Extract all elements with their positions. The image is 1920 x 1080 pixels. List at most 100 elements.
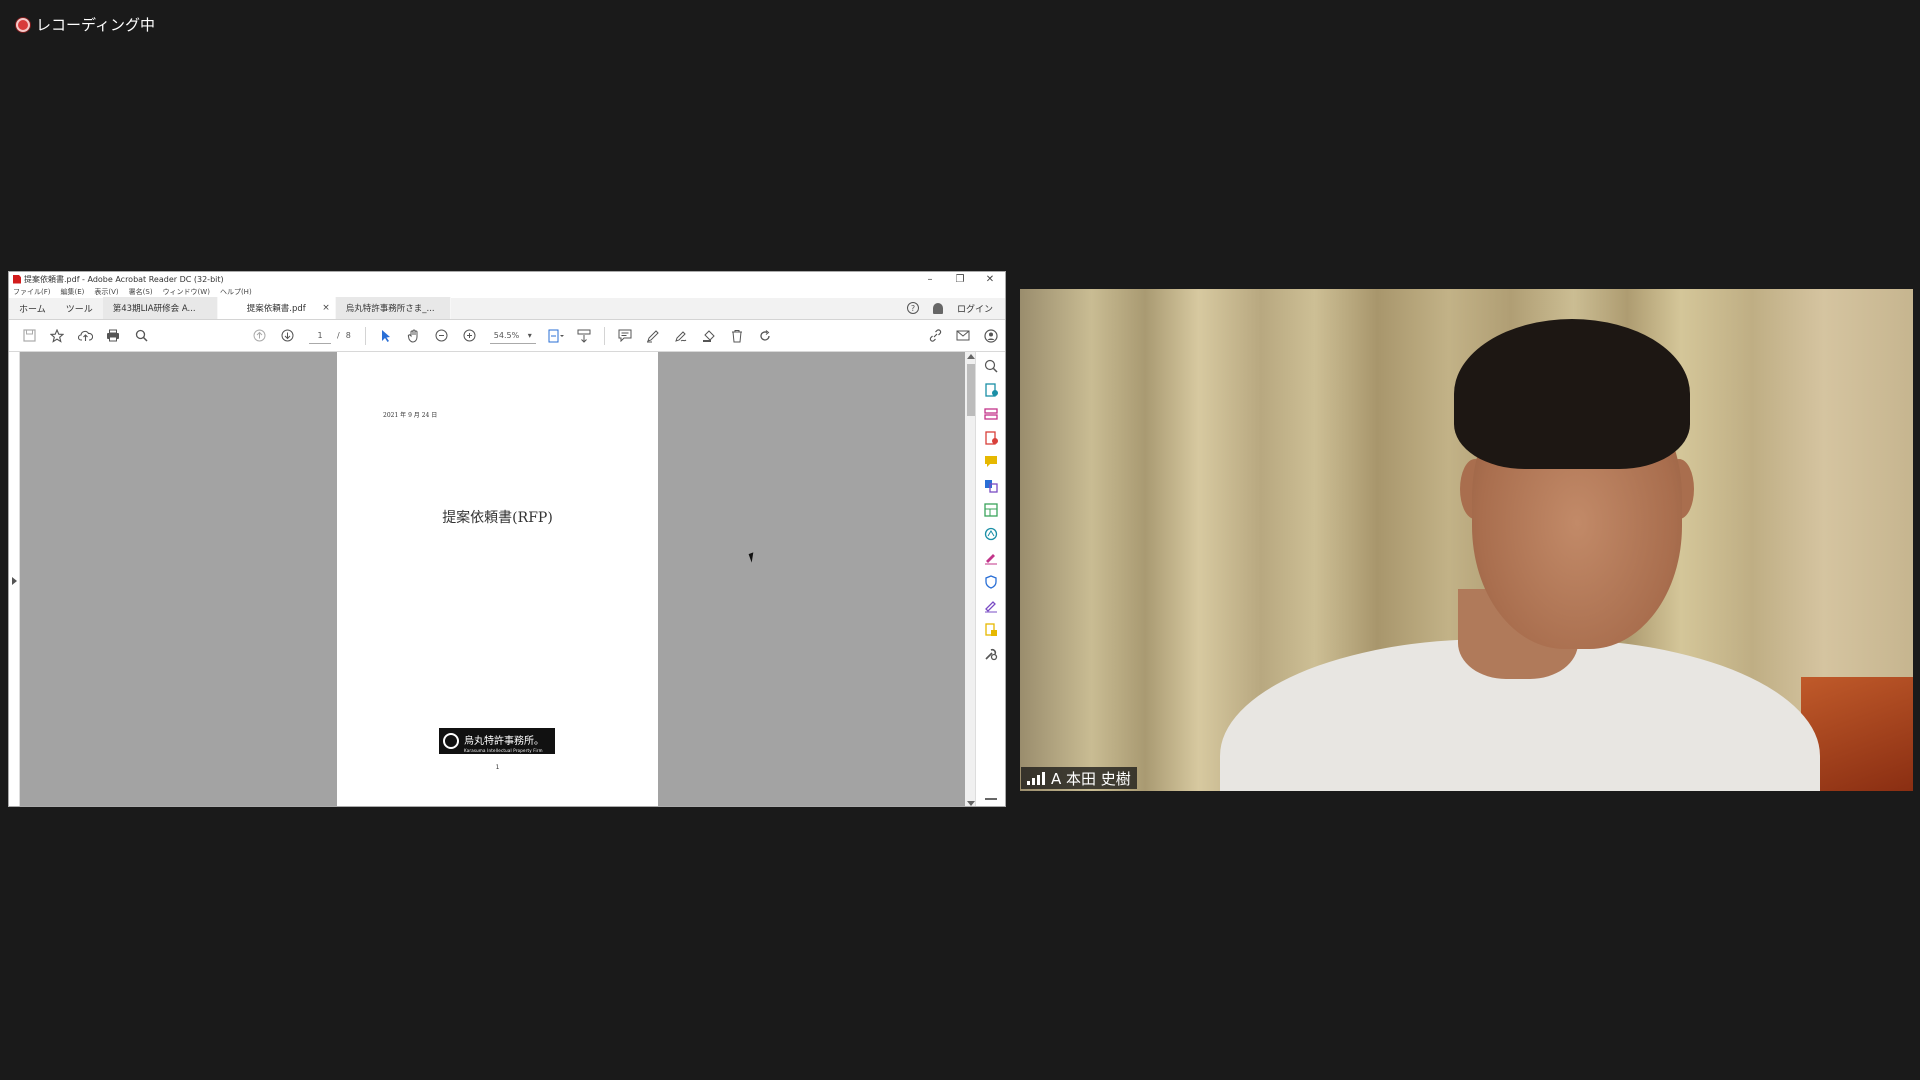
stamp-icon[interactable] [695, 324, 723, 348]
login-link[interactable]: ログイン [957, 302, 993, 315]
select-cursor-icon[interactable] [372, 324, 400, 348]
tab-document-3-label: 烏丸特許事務所さま_... [345, 304, 435, 314]
zoom-select[interactable]: 54.5% ▾ [489, 328, 536, 344]
tab-bar: ホーム ツール 第43期LIA研修会 A... 提案依頼書.pdf × 烏丸特許… [9, 297, 1005, 320]
pdf-canvas[interactable]: 2021 年 9 月 24 日 提案依頼書(RFP) 烏丸特許事務所。 Kara… [20, 352, 965, 806]
document-area: 2021 年 9 月 24 日 提案依頼書(RFP) 烏丸特許事務所。 Kara… [9, 352, 1005, 806]
acrobat-icon [13, 274, 21, 284]
firm-logo-text: 烏丸特許事務所。 Karasuma Intellectual Property … [464, 729, 544, 753]
participant-hair [1454, 319, 1690, 469]
chevron-right-icon [12, 577, 17, 585]
print-icon[interactable] [99, 324, 127, 348]
combine-files-icon[interactable] [984, 478, 998, 493]
tab-document-2[interactable]: 提案依頼書.pdf × [217, 297, 336, 319]
menu-edit[interactable]: 編集(E) [61, 287, 85, 297]
participant-video [1020, 289, 1913, 791]
zoom-out-icon[interactable] [428, 324, 456, 348]
menu-window[interactable]: ウィンドウ(W) [163, 287, 210, 297]
rotate-icon[interactable] [751, 324, 779, 348]
hand-tool-icon[interactable] [400, 324, 428, 348]
zoom-in-icon[interactable] [456, 324, 484, 348]
scrollbar-thumb[interactable] [967, 364, 975, 416]
tab-home-label: ホーム [19, 304, 46, 315]
tab-document-3[interactable]: 烏丸特許事務所さま_... [335, 297, 451, 319]
tab-tools[interactable]: ツール [56, 297, 103, 319]
scroll-mode-icon[interactable] [570, 324, 598, 348]
document-title: 提案依頼書(RFP) [442, 510, 553, 526]
export-pdf-icon[interactable] [984, 382, 998, 397]
save-icon[interactable] [15, 324, 43, 348]
recording-indicator: レコーディング中 [16, 14, 155, 35]
delete-icon[interactable] [723, 324, 751, 348]
firm-subtitle: Karasuma Intellectual Property Firm [464, 748, 543, 753]
prev-page-icon[interactable] [245, 324, 273, 348]
comment-icon[interactable] [611, 324, 639, 348]
organize-pages-icon[interactable] [983, 406, 998, 420]
window-title: 提案依頼書.pdf - Adobe Acrobat Reader DC (32-… [24, 274, 224, 284]
left-panel-toggle[interactable] [9, 352, 20, 806]
toolbar-divider [603, 326, 605, 345]
participant-name: A 本田 史樹 [1051, 769, 1131, 788]
more-tools-icon[interactable] [984, 646, 998, 661]
document-date: 2021 年 9 月 24 日 [383, 412, 438, 419]
account-add-icon[interactable] [977, 324, 1005, 348]
menu-sign[interactable]: 署名(S) [129, 287, 153, 297]
firm-name: 烏丸特許事務所。 [464, 736, 544, 747]
tools-pane [975, 352, 1005, 806]
close-button[interactable]: ✕ [975, 274, 1005, 285]
request-signature-icon[interactable] [984, 598, 998, 613]
page-footer-number: 1 [495, 764, 500, 771]
toolbar-divider [364, 326, 366, 345]
recording-label: レコーディング中 [36, 16, 155, 34]
search-zoom-icon[interactable] [984, 358, 998, 373]
tab-document-1[interactable]: 第43期LIA研修会 A... [102, 297, 218, 319]
sign-pen-icon[interactable] [667, 324, 695, 348]
participant-name-label: A 本田 史樹 [1021, 767, 1137, 789]
protect-shield-icon[interactable] [984, 574, 998, 589]
signal-bars-icon [1027, 771, 1045, 785]
mail-icon[interactable] [949, 324, 977, 348]
edit-pdf-icon[interactable] [983, 502, 998, 517]
enhance-scan-icon[interactable] [984, 526, 998, 541]
page-separator: / [337, 331, 340, 340]
share-link-icon[interactable] [921, 324, 949, 348]
scroll-down-icon[interactable] [967, 801, 975, 806]
menu-file[interactable]: ファイル(F) [13, 287, 51, 297]
highlight-pen-icon[interactable] [639, 324, 667, 348]
recording-dot-icon [16, 17, 30, 32]
menu-view[interactable]: 表示(V) [94, 287, 118, 297]
cloud-upload-icon[interactable] [71, 324, 99, 348]
toolbar: 1 / 8 54.5% ▾ [9, 320, 1005, 352]
bell-icon[interactable] [932, 302, 943, 314]
page-number-input[interactable]: 1 [309, 328, 331, 344]
tab-bar-right: ? ログイン [906, 297, 1005, 319]
tab-document-1-label: 第43期LIA研修会 A... [112, 304, 196, 314]
send-for-comment-icon[interactable] [984, 622, 998, 636]
bookmark-star-icon[interactable] [43, 324, 71, 348]
create-pdf-icon[interactable] [984, 430, 998, 445]
comment-tool-icon[interactable] [984, 454, 998, 468]
tab-tools-label: ツール [65, 304, 93, 315]
page-total: 8 [345, 331, 351, 340]
page-navigator: 1 / 8 [309, 328, 351, 344]
mouse-cursor-icon [748, 552, 757, 563]
fill-sign-icon[interactable] [984, 550, 998, 565]
acrobat-window: 提案依頼書.pdf - Adobe Acrobat Reader DC (32-… [8, 271, 1006, 807]
pin-pane-icon[interactable] [984, 798, 997, 800]
title-bar: 提案依頼書.pdf - Adobe Acrobat Reader DC (32-… [9, 272, 1005, 286]
tab-home[interactable]: ホーム [9, 297, 56, 319]
help-icon[interactable]: ? [906, 302, 919, 314]
scroll-up-icon[interactable] [967, 354, 975, 359]
chevron-down-icon: ▾ [527, 330, 532, 340]
tab-document-2-label: 提案依頼書.pdf [246, 304, 306, 314]
find-icon[interactable] [127, 324, 155, 348]
firm-logo-mark [443, 733, 459, 749]
minimize-button[interactable]: – [915, 274, 945, 285]
tab-close-icon[interactable]: × [322, 303, 330, 313]
fit-page-icon[interactable] [542, 324, 570, 348]
zoom-value: 54.5% [493, 330, 520, 340]
next-page-icon[interactable] [273, 324, 301, 348]
window-controls: – ❐ ✕ [915, 274, 1005, 285]
restore-button[interactable]: ❐ [945, 274, 975, 285]
menu-help[interactable]: ヘルプ(H) [220, 287, 252, 297]
